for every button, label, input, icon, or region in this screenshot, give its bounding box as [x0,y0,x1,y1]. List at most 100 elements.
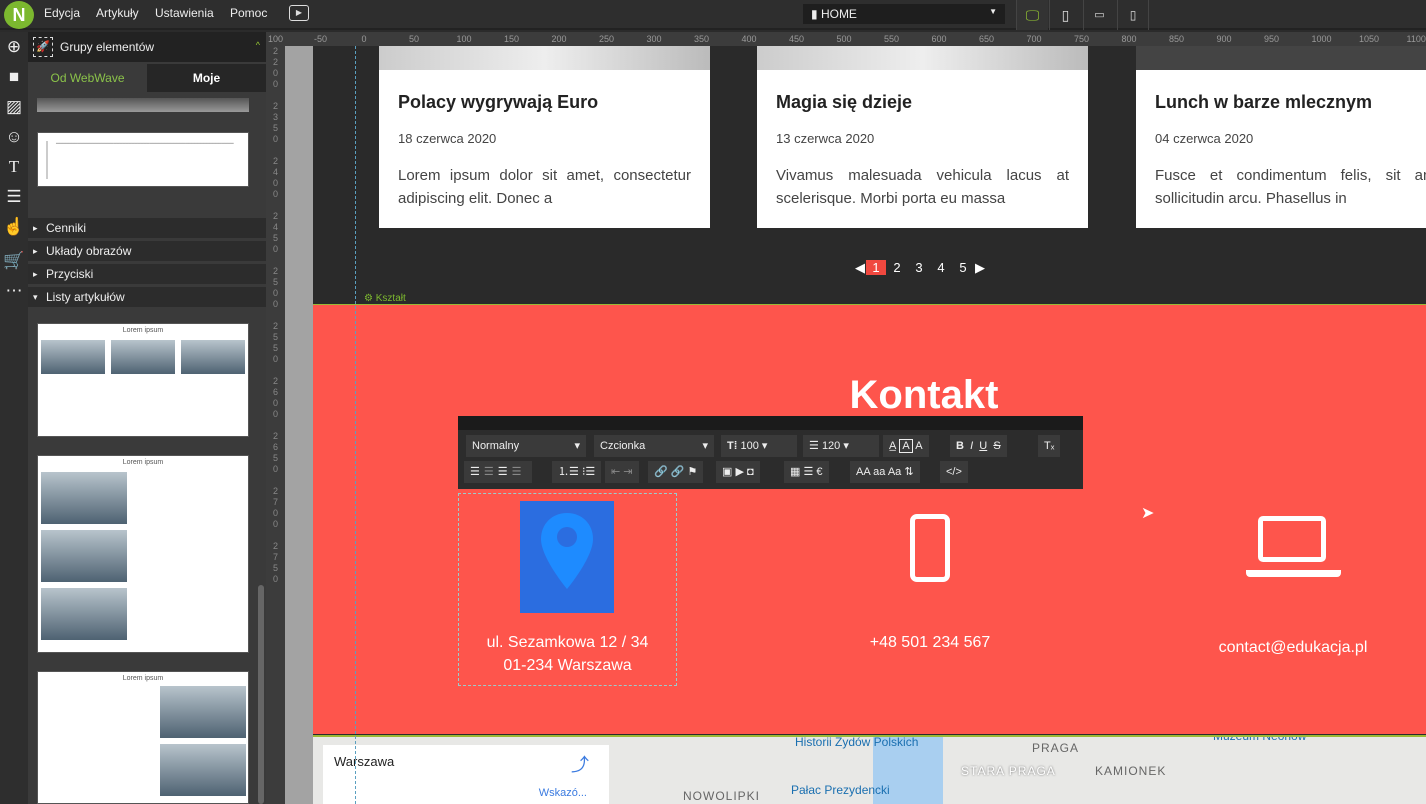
font-select[interactable]: Czcionka ▾ [594,435,714,457]
case-tools[interactable]: AA aa Aa ⇅ [850,461,920,483]
page-5[interactable]: 5 [952,260,974,275]
color-tools[interactable]: A̲ A A [883,435,929,457]
page-1[interactable]: 1 [866,260,886,275]
media-tools[interactable]: ▣ ▶ ◘ [716,461,760,483]
category-przyciski[interactable]: Przyciski [28,264,266,285]
tab-od-webwave[interactable]: Od WebWave [28,64,147,92]
ordered-list-icon: ⒈☰ [558,466,579,478]
background-color-icon: A [899,439,913,453]
map-widget[interactable]: Warszawa ⤴ Wskazó... Historii Żydów Pols… [313,735,1426,804]
article-list-thumbnail[interactable]: Lorem ipsum [37,455,249,653]
quote-thumbnail[interactable]: ━━━━━━━━━━━━━━━━━━━━━━━━━━━━━━━━━━━━━━━━… [37,132,249,187]
article-list-thumbnail[interactable]: Lorem ipsum [37,671,249,804]
menu-artykuly[interactable]: Artykuły [96,6,139,20]
ruler-tick: 700 [1026,34,1042,44]
flag-icon: ⚑ [687,466,698,478]
article-excerpt: Lorem ipsum dolor sit amet, consectetur … [398,167,691,207]
tab-moje[interactable]: Moje [147,64,266,92]
article-date: 18 czerwca 2020 [398,131,497,146]
panel-scrollbar[interactable] [258,585,264,804]
add-icon[interactable]: ⊕ [3,36,25,58]
contact-section: Kontakt ul. Sezamkowa 12 / 34 01-234 Wars… [313,304,1426,734]
map-info-card: Warszawa ⤴ Wskazó... [323,745,609,804]
cart-icon[interactable]: 🛒 [3,250,25,272]
category-cenniki[interactable]: Cenniki [28,218,266,239]
text-shadow-icon: A [915,440,923,452]
clear-format-icon[interactable]: Tₓ [1038,435,1061,457]
text-icon[interactable]: T [3,156,25,178]
map-label: Muzeum Neonów [1213,735,1307,743]
menu-edycja[interactable]: Edycja [44,6,80,20]
contact-title: Kontakt [849,373,999,417]
image-icon[interactable]: ▨ [3,96,25,118]
link-tools[interactable]: 🔗 🔗 ⚑ [648,461,704,483]
desktop-view-icon[interactable]: 🖵 [1016,0,1048,30]
list-tools[interactable]: ⒈☰ ⁝☰ [552,461,602,483]
collapse-icon[interactable]: ^ [256,40,260,50]
page-select[interactable]: ▮ HOME ▼ [803,4,1005,24]
page-icon: ▮ [811,7,821,21]
font-size-select[interactable]: T⁞ 100 ▾ [721,435,797,457]
category-listy-artykulow[interactable]: Listy artykułów [28,287,266,308]
rocket-icon: 🚀 [33,37,53,57]
uppercase-button: AA [856,466,871,478]
ruler-tick: 500 [836,34,852,44]
panel-header[interactable]: 🚀 Grupy elementów ^ [28,32,266,62]
style-tools[interactable]: B I U S [950,435,1007,457]
indent-tools[interactable]: ⇤ ⇥ [605,461,639,483]
link-icon: 🔗 [654,466,668,478]
page-4[interactable]: 4 [930,260,952,275]
preview-play-icon[interactable]: ▶ [289,5,309,21]
more-icon[interactable]: ⋯ [3,280,25,302]
align-tools[interactable]: ☰☰☰☰ [464,461,532,483]
menu-ustawienia[interactable]: Ustawienia [155,6,214,20]
webwave-logo[interactable]: N [4,1,34,29]
table-tools[interactable]: ▦ ☰ € [784,461,829,483]
article-card[interactable]: Lunch w barze mlecznym 04 czerwca 2020 Fus… [1136,46,1426,228]
map-label: PRAGA [1032,741,1080,755]
category-uklady-obrazow[interactable]: Układy obrazów [28,241,266,262]
page-select-value: HOME [820,7,857,21]
map-label: STARA PRAGA [961,764,1056,778]
tablet-view-icon[interactable]: ▯ [1049,0,1081,30]
next-page-icon[interactable]: ▶ [974,260,986,276]
map-label: KAMIONEK [1095,764,1167,778]
email-address: contact@edukacja.pl [1218,639,1368,656]
lowercase-button: aa [873,466,886,478]
ruler-tick: -50 [314,34,328,44]
hand-icon[interactable]: ☝ [3,216,25,238]
article-card[interactable]: Polacy wygrywają Euro 18 czerwca 2020 Lore… [379,46,710,228]
map-label: Pałac Prezydencki [791,783,890,797]
source-code-icon[interactable]: </> [940,461,968,483]
map-pin-icon[interactable] [520,501,614,613]
prev-page-icon[interactable]: ◀ [854,260,866,276]
article-title: Magia się dzieje [776,92,913,112]
mobile-view-icon[interactable]: ▯ [1117,0,1149,30]
directions-icon[interactable]: ⤴ [571,751,589,777]
article-list-thumbnail[interactable]: Lorem ipsum [37,323,249,437]
underline-icon: U [979,440,988,452]
directions-link[interactable]: Wskazó... [539,787,587,799]
paragraph-style-select[interactable]: Normalny ▾ [466,435,586,457]
menu-pomoc[interactable]: Pomoc [230,6,267,20]
panel-title: Grupy elementów [60,40,155,54]
ruler-tick: 1050 [1359,34,1380,44]
shape-label[interactable]: ⚙ Kształt [364,293,406,304]
menu-icon[interactable]: ☰ [3,186,25,208]
thumbnail-title: Lorem ipsum [122,327,164,334]
page-3[interactable]: 3 [908,260,930,275]
line-height-select[interactable]: ☰ 120 ▾ [803,435,879,457]
tablet-landscape-view-icon[interactable]: ▭ [1083,0,1115,30]
emoji-icon[interactable]: ☺ [3,126,25,148]
ruler-tick: 800 [1121,34,1137,44]
shape-icon[interactable]: ■ [3,66,25,88]
ruler-tick: 850 [1169,34,1185,44]
ruler-tick: 350 [694,34,710,44]
article-card[interactable]: Magia się dzieje 13 czerwca 2020 Vivamus m… [757,46,1088,228]
phone-number: +48 501 234 567 [869,634,991,651]
thumbnail-partial[interactable] [37,98,249,112]
canvas-gutter [285,46,313,804]
page-2[interactable]: 2 [886,260,908,275]
ruler-tick: 200 [551,34,567,44]
top-menu-bar: N Edycja Artykuły Ustawienia Pomoc ▶ ▮ H… [0,0,1426,30]
